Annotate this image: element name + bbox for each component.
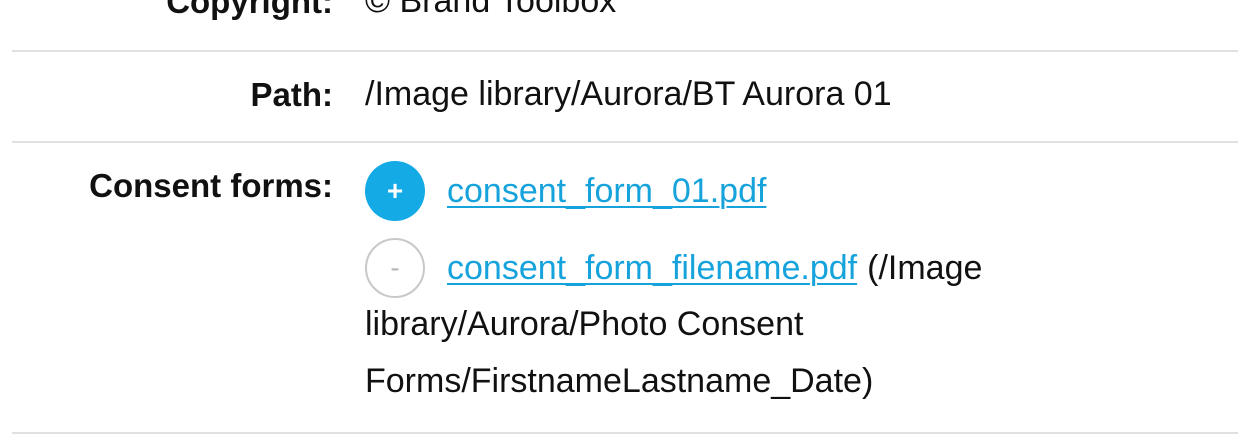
add-consent-form-button[interactable]: + xyxy=(365,161,425,221)
divider xyxy=(12,432,1238,434)
path-label: Path: xyxy=(250,76,334,113)
consent-forms-label: Consent forms: xyxy=(89,167,333,204)
consent-form-link[interactable]: consent_form_filename.pdf xyxy=(447,249,857,288)
consent-form-item: + consent_form_01.pdf xyxy=(365,161,766,221)
consent-form-link[interactable]: consent_form_01.pdf xyxy=(447,172,766,211)
consent-form-item: - consent_form_filename.pdf (/Image xyxy=(365,238,982,298)
divider xyxy=(12,141,1238,143)
path-value: /Image library/Aurora/BT Aurora 01 xyxy=(365,75,892,113)
divider xyxy=(12,50,1238,52)
remove-consent-form-button[interactable]: - xyxy=(365,238,425,298)
copyright-value: © Brand Toolbox xyxy=(365,0,617,20)
consent-form-location: Forms/FirstnameLastname_Date) xyxy=(365,362,874,400)
copyright-label: Copyright: xyxy=(166,0,333,20)
consent-form-location: library/Aurora/Photo Consent xyxy=(365,305,804,343)
consent-form-location: (/Image xyxy=(867,248,983,287)
